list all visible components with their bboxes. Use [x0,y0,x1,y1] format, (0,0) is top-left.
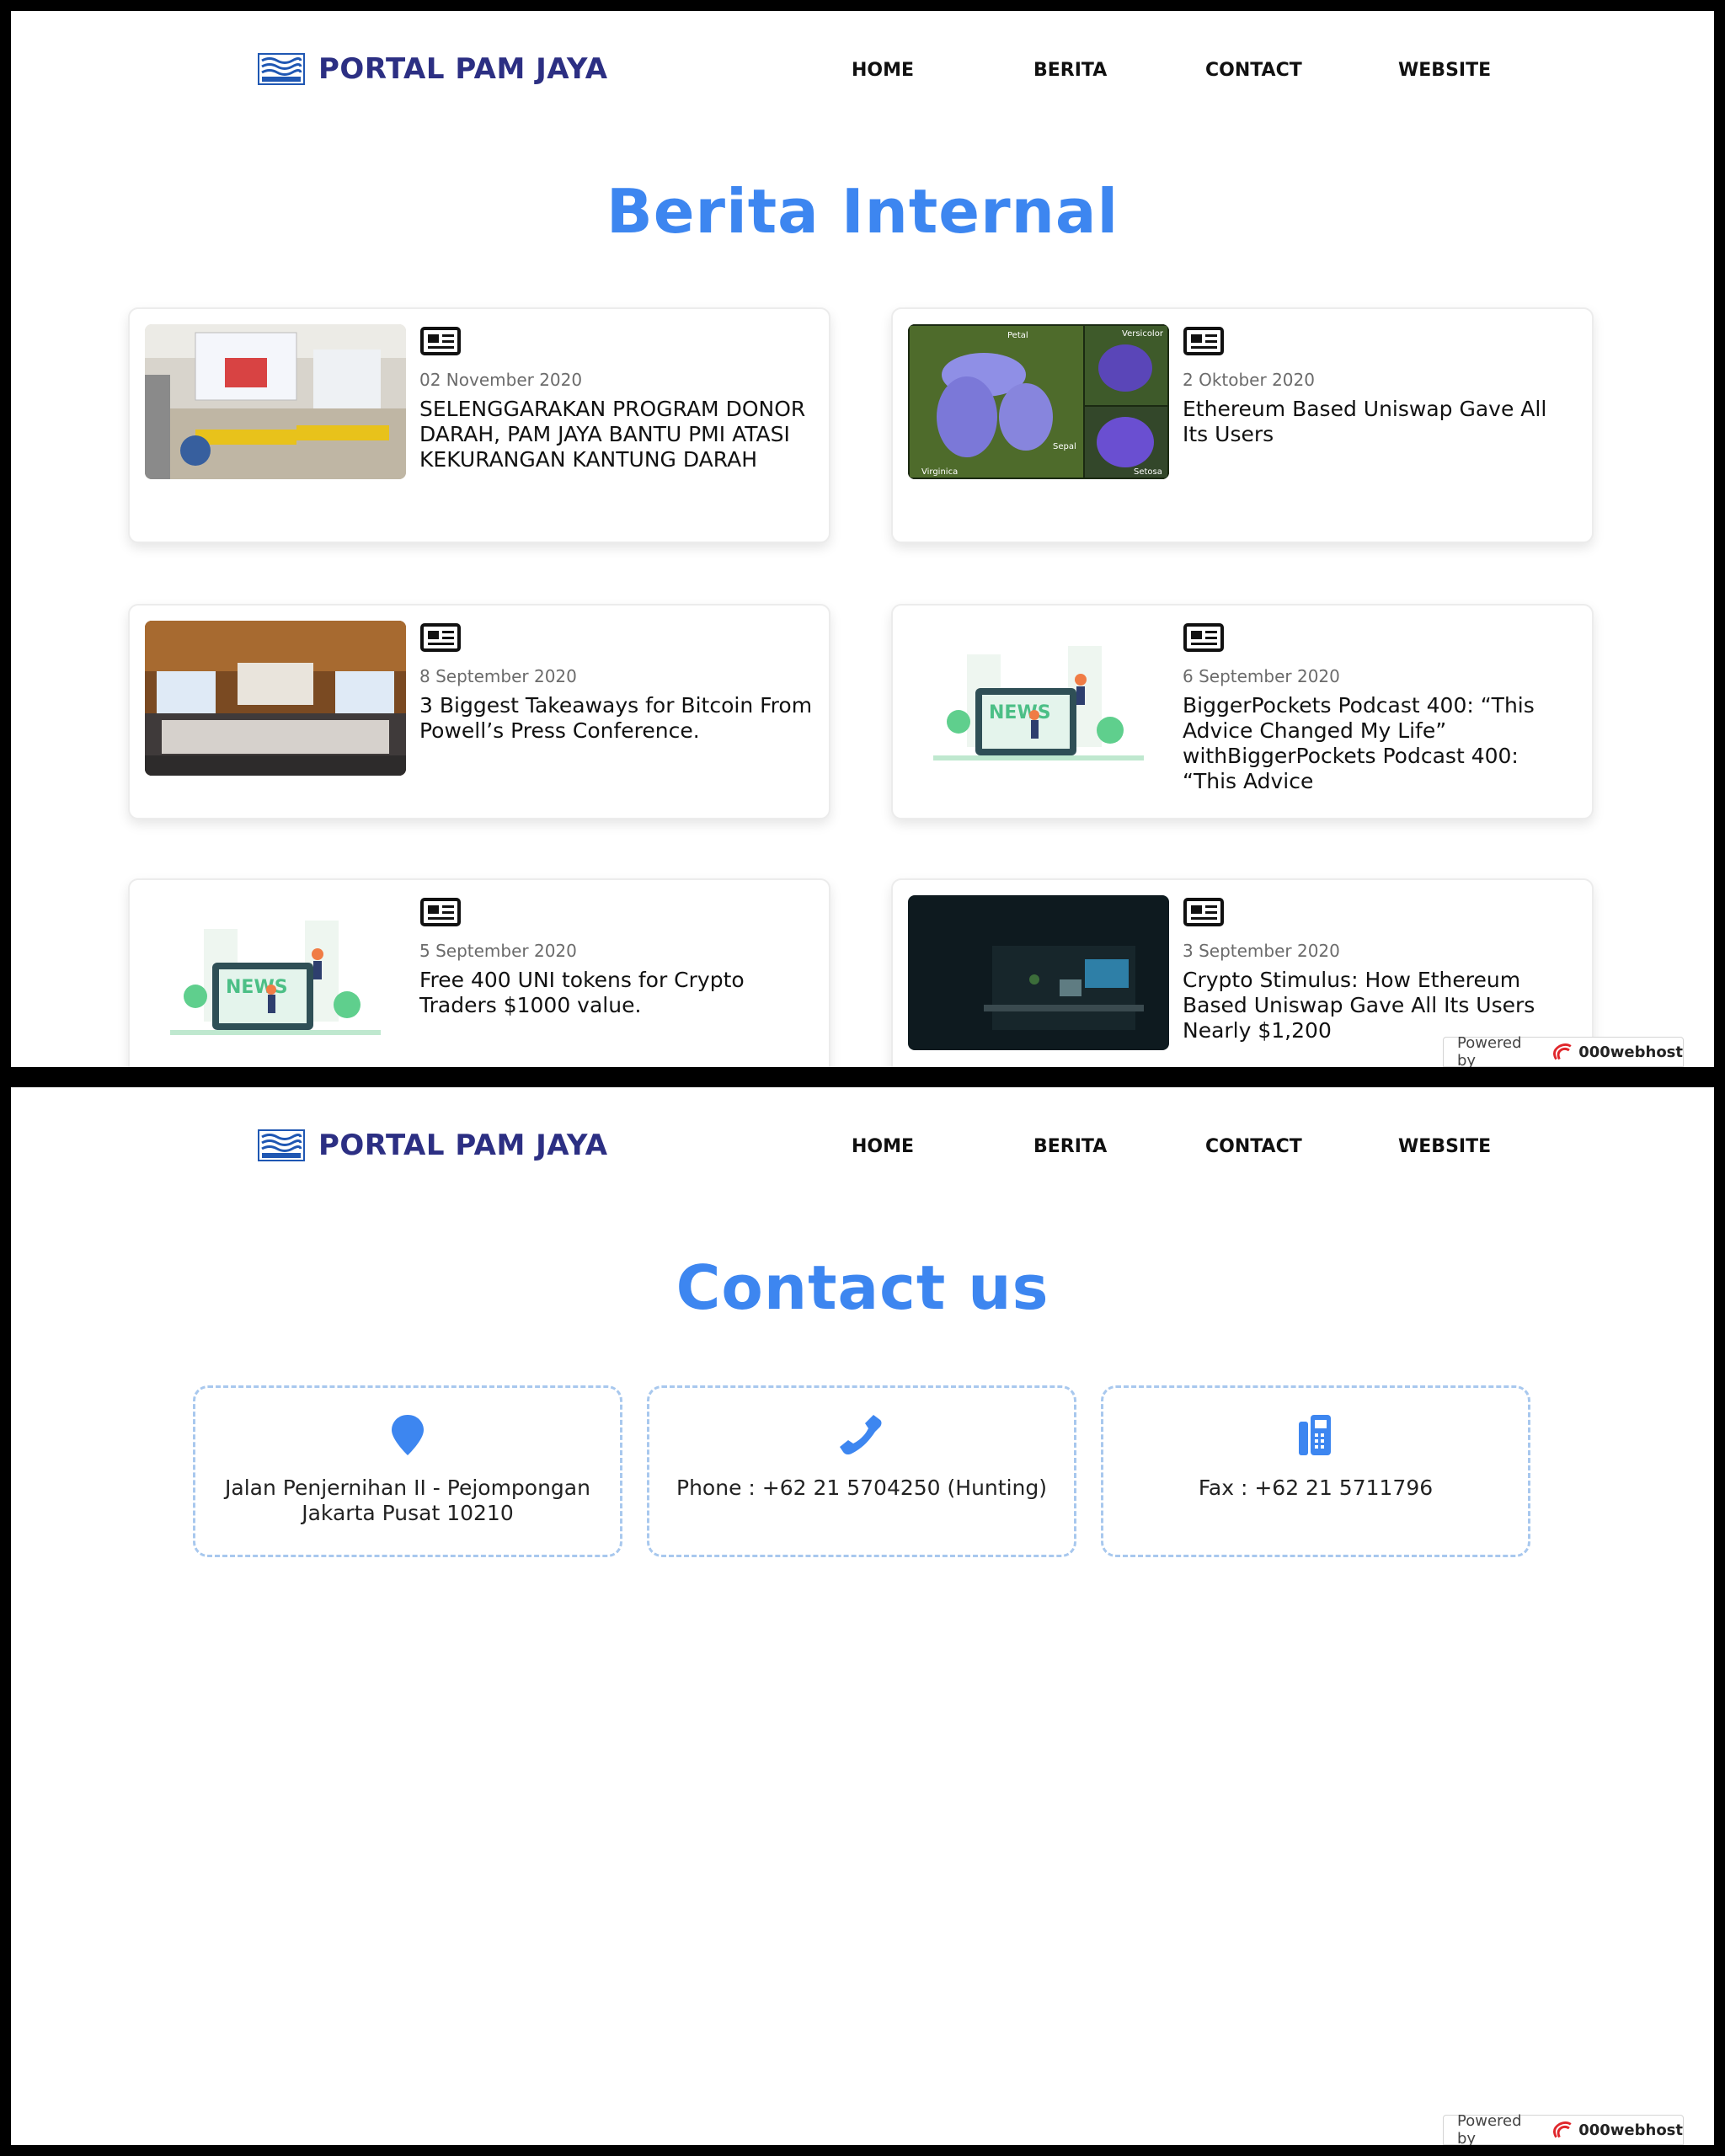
nav-home[interactable]: HOME [852,60,914,81]
news-date: 3 September 2020 [1183,941,1340,961]
nav-contact[interactable]: CONTACT [1205,60,1302,81]
nav-website[interactable]: WEBSITE [1398,1136,1491,1157]
phone-icon [840,1415,882,1455]
newspaper-icon [1183,327,1224,355]
newspaper-icon [420,327,461,355]
contact-fax-box: Fax : +62 21 5711796 [1101,1385,1530,1557]
news-title-link[interactable]: Free 400 UNI tokens for Crypto Traders $… [419,968,815,1018]
newspaper-icon [420,623,461,652]
news-illustration-label: NEWS [226,977,288,998]
powered-by-host: 000webhost [1578,1043,1683,1061]
news-title-link[interactable]: Ethereum Based Uniswap Gave All Its User… [1183,397,1578,447]
powered-by-badge[interactable]: Powered by 000webhost [1443,1034,1684,1067]
news-card[interactable]: NEWS 6 September 2020 BiggerPockets Podc… [891,604,1594,819]
news-card[interactable]: NEWS 5 September 2020 Free 400 UNI token… [128,878,830,1067]
brand[interactable]: PORTAL PAM JAYA [258,48,608,90]
news-title-link[interactable]: 3 Biggest Takeaways for Bitcoin From Pow… [419,693,815,744]
brand-title: PORTAL PAM JAYA [318,52,608,86]
news-thumbnail-illustration[interactable]: NEWS [908,621,1169,776]
powered-by-label: Powered by [1457,2112,1522,2145]
news-page-panel: PORTAL PAM JAYA HOME BERITA CONTACT WEBS… [11,11,1714,1067]
iris-label-virginica: Virginica [921,467,958,477]
iris-label-setosa: Setosa [1134,467,1162,477]
webhost-logo-icon [1552,2121,1572,2138]
contact-address-box: Jalan Penjernihan II - Pejompongan Jakar… [193,1385,622,1557]
news-thumbnail-donor[interactable] [145,324,406,479]
contact-fax-text: Fax : +62 21 5711796 [1198,1476,1434,1500]
news-card[interactable]: Petal Versicolor Sepal Virginica Setosa … [891,307,1594,543]
nav-home[interactable]: HOME [852,1136,914,1157]
iris-label-versicolor: Versicolor [1122,329,1164,339]
contact-phone-text: Phone : +62 21 5704250 (Hunting) [676,1476,1047,1500]
news-thumbnail-iris[interactable]: Petal Versicolor Sepal Virginica Setosa [908,324,1169,479]
iris-label-sepal: Sepal [1053,442,1076,451]
newspaper-icon [1183,898,1224,926]
brand-title: PORTAL PAM JAYA [318,1129,608,1162]
news-card[interactable]: 02 November 2020 SELENGGARAKAN PROGRAM D… [128,307,830,543]
news-title-link[interactable]: BiggerPockets Podcast 400: “This Advice … [1183,693,1578,794]
news-date: 2 Oktober 2020 [1183,370,1315,390]
news-section-title: Berita Internal [606,176,1119,247]
news-date: 5 September 2020 [419,941,577,961]
nav-berita[interactable]: BERITA [1033,60,1107,81]
newspaper-icon [420,898,461,926]
nav-website[interactable]: WEBSITE [1398,60,1491,81]
pam-jaya-logo-icon [258,1129,305,1161]
news-title-link[interactable]: SELENGGARAKAN PROGRAM DONOR DARAH, PAM J… [419,397,815,472]
news-date: 8 September 2020 [419,666,577,686]
pam-jaya-logo-icon [258,53,305,85]
brand[interactable]: PORTAL PAM JAYA [258,1124,608,1166]
map-pin-icon [392,1415,424,1455]
fax-icon [1299,1415,1331,1455]
newspaper-icon [1183,623,1224,652]
news-thumbnail-dark-desk[interactable] [908,895,1169,1050]
news-title-link[interactable]: Crypto Stimulus: How Ethereum Based Unis… [1183,968,1578,1043]
contact-address-text: Jalan Penjernihan II - Pejompongan Jakar… [225,1476,590,1525]
powered-by-host: 000webhost [1578,2121,1683,2139]
nav-contact[interactable]: CONTACT [1205,1136,1302,1157]
news-card[interactable]: 8 September 2020 3 Biggest Takeaways for… [128,604,830,819]
news-thumbnail-illustration[interactable]: NEWS [145,895,406,1050]
powered-by-badge[interactable]: Powered by 000webhost [1443,2112,1684,2145]
contact-page-panel: PORTAL PAM JAYA HOME BERITA CONTACT WEBS… [11,1087,1714,2145]
powered-by-label: Powered by [1457,1034,1522,1067]
news-illustration-label: NEWS [989,702,1051,723]
news-thumbnail-group-photo[interactable] [145,621,406,776]
contact-section-title: Contact us [676,1252,1049,1323]
news-date: 6 September 2020 [1183,666,1340,686]
contact-phone-box: Phone : +62 21 5704250 (Hunting) [647,1385,1076,1557]
news-date: 02 November 2020 [419,370,583,390]
iris-label-petal: Petal [1007,331,1028,340]
webhost-logo-icon [1552,1043,1572,1060]
nav-berita[interactable]: BERITA [1033,1136,1107,1157]
